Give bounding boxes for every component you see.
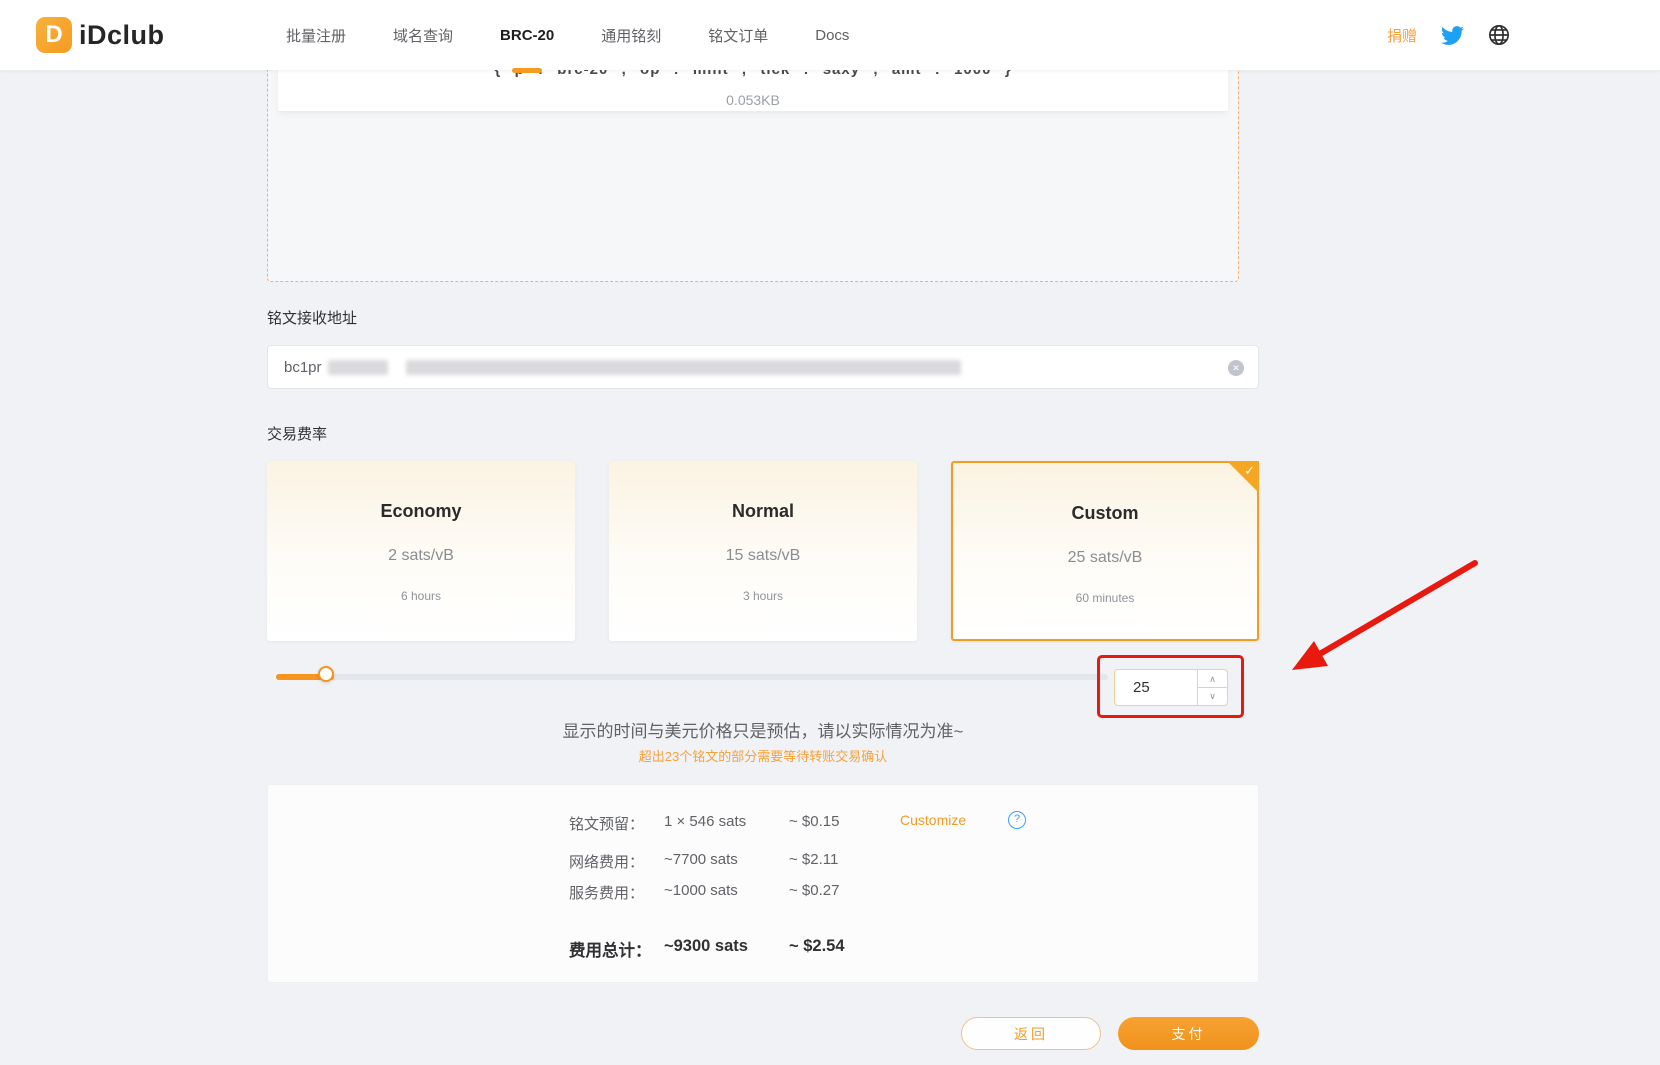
nav-item-common-inscribe[interactable]: 通用铭刻: [601, 0, 661, 70]
fee-option-time: 6 hours: [267, 589, 575, 603]
summary-label: 服务费用：: [569, 882, 644, 903]
address-value: bc1pr: [284, 359, 322, 376]
summary-row-service: 服务费用： ~1000 sats ~ $0.27: [268, 882, 1258, 902]
nav-item-domain-query[interactable]: 域名查询: [393, 0, 453, 70]
nav-label: 通用铭刻: [601, 25, 661, 46]
nav-item-batch-register[interactable]: 批量注册: [286, 0, 346, 70]
logo[interactable]: D iDclub: [36, 0, 165, 70]
warning-note: 超出23个铭文的部分需要等待转账交易确认: [267, 746, 1259, 765]
summary-sats: 1 × 546 sats: [664, 813, 746, 830]
address-input[interactable]: bc1pr ✕: [267, 345, 1259, 389]
custom-fee-input[interactable]: 25 ∧ ∨: [1114, 669, 1228, 706]
clear-input-icon[interactable]: ✕: [1228, 360, 1244, 376]
summary-sats: ~7700 sats: [664, 851, 738, 868]
globe-icon[interactable]: [1488, 24, 1510, 46]
nav-label: BRC-20: [500, 27, 554, 44]
fee-option-name: Normal: [609, 501, 917, 522]
redacted-address-segment: [406, 360, 961, 375]
header-right: 捐赠: [1387, 0, 1510, 70]
fee-slider-track[interactable]: [276, 674, 1108, 680]
fee-option-normal[interactable]: Normal 15 sats/vB 3 hours: [609, 461, 917, 641]
donate-link[interactable]: 捐赠: [1387, 25, 1417, 46]
main-nav: 批量注册 域名查询 BRC-20 通用铭刻 铭文订单 Docs: [286, 0, 849, 70]
fee-rate-label: 交易费率: [267, 423, 327, 444]
summary-usd: ~ $0.27: [789, 882, 839, 899]
summary-sats: ~1000 sats: [664, 882, 738, 899]
fee-option-custom[interactable]: Custom 25 sats/vB 60 minutes ✓: [951, 461, 1259, 641]
fee-slider-handle[interactable]: [318, 666, 334, 682]
spinner-up-icon[interactable]: ∧: [1198, 670, 1227, 688]
fee-option-rate: 15 sats/vB: [609, 547, 917, 565]
nav-label: 批量注册: [286, 25, 346, 46]
summary-label: 铭文预留：: [569, 813, 644, 834]
redacted-address-segment: [328, 360, 388, 375]
spinner-down-icon[interactable]: ∨: [1198, 688, 1227, 705]
back-button[interactable]: 返回: [961, 1017, 1101, 1050]
summary-row-reserve: 铭文预留： 1 × 546 sats ~ $0.15: [268, 813, 1258, 833]
help-icon[interactable]: ?: [1008, 811, 1026, 829]
nav-label: 域名查询: [393, 25, 453, 46]
summary-row-network: 网络费用： ~7700 sats ~ $2.11: [268, 851, 1258, 871]
nav-item-docs[interactable]: Docs: [815, 0, 849, 70]
page: { "p" : "brc-20" , "op" : "mint" , "tick…: [0, 0, 1660, 1065]
logo-icon: D: [36, 17, 72, 53]
estimate-note: 显示的时间与美元价格只是预估，请以实际情况为准~: [267, 717, 1259, 742]
twitter-icon[interactable]: [1441, 24, 1464, 47]
logo-text: iDclub: [79, 20, 165, 51]
fee-option-rate: 2 sats/vB: [267, 547, 575, 565]
fee-option-name: Economy: [267, 501, 575, 522]
nav-item-inscription-orders[interactable]: 铭文订单: [708, 0, 768, 70]
check-icon: ✓: [1244, 463, 1255, 479]
nav-label: Docs: [815, 27, 849, 44]
header: D iDclub 批量注册 域名查询 BRC-20 通用铭刻 铭文订单 Docs…: [0, 0, 1660, 70]
fee-option-economy[interactable]: Economy 2 sats/vB 6 hours: [267, 461, 575, 641]
summary-label: 网络费用：: [569, 851, 644, 872]
customize-link[interactable]: Customize: [900, 812, 966, 828]
fee-option-rate: 25 sats/vB: [953, 549, 1257, 567]
nav-label: 铭文订单: [708, 25, 768, 46]
summary-usd: ~ $0.15: [789, 813, 839, 830]
fee-option-name: Custom: [953, 503, 1257, 524]
summary-total-sats: ~9300 sats: [664, 937, 748, 956]
summary-total-usd: ~ $2.54: [789, 937, 845, 956]
custom-fee-value: 25: [1133, 670, 1150, 705]
nav-item-brc20[interactable]: BRC-20: [500, 0, 554, 70]
active-tab-underline: [512, 68, 542, 73]
address-label: 铭文接收地址: [267, 307, 357, 328]
summary-total-label: 费用总计：: [569, 937, 652, 961]
fee-summary-panel: 铭文预留： 1 × 546 sats ~ $0.15 网络费用： ~7700 s…: [267, 784, 1259, 983]
number-spinner: ∧ ∨: [1197, 670, 1227, 705]
annotation-arrow: [1270, 548, 1490, 693]
inscription-size: 0.053KB: [278, 92, 1228, 108]
fee-option-time: 3 hours: [609, 589, 917, 603]
summary-usd: ~ $2.11: [789, 851, 838, 868]
summary-row-total: 费用总计： ~9300 sats ~ $2.54: [268, 937, 1258, 957]
fee-option-time: 60 minutes: [953, 591, 1257, 605]
pay-button[interactable]: 支付: [1118, 1017, 1259, 1050]
